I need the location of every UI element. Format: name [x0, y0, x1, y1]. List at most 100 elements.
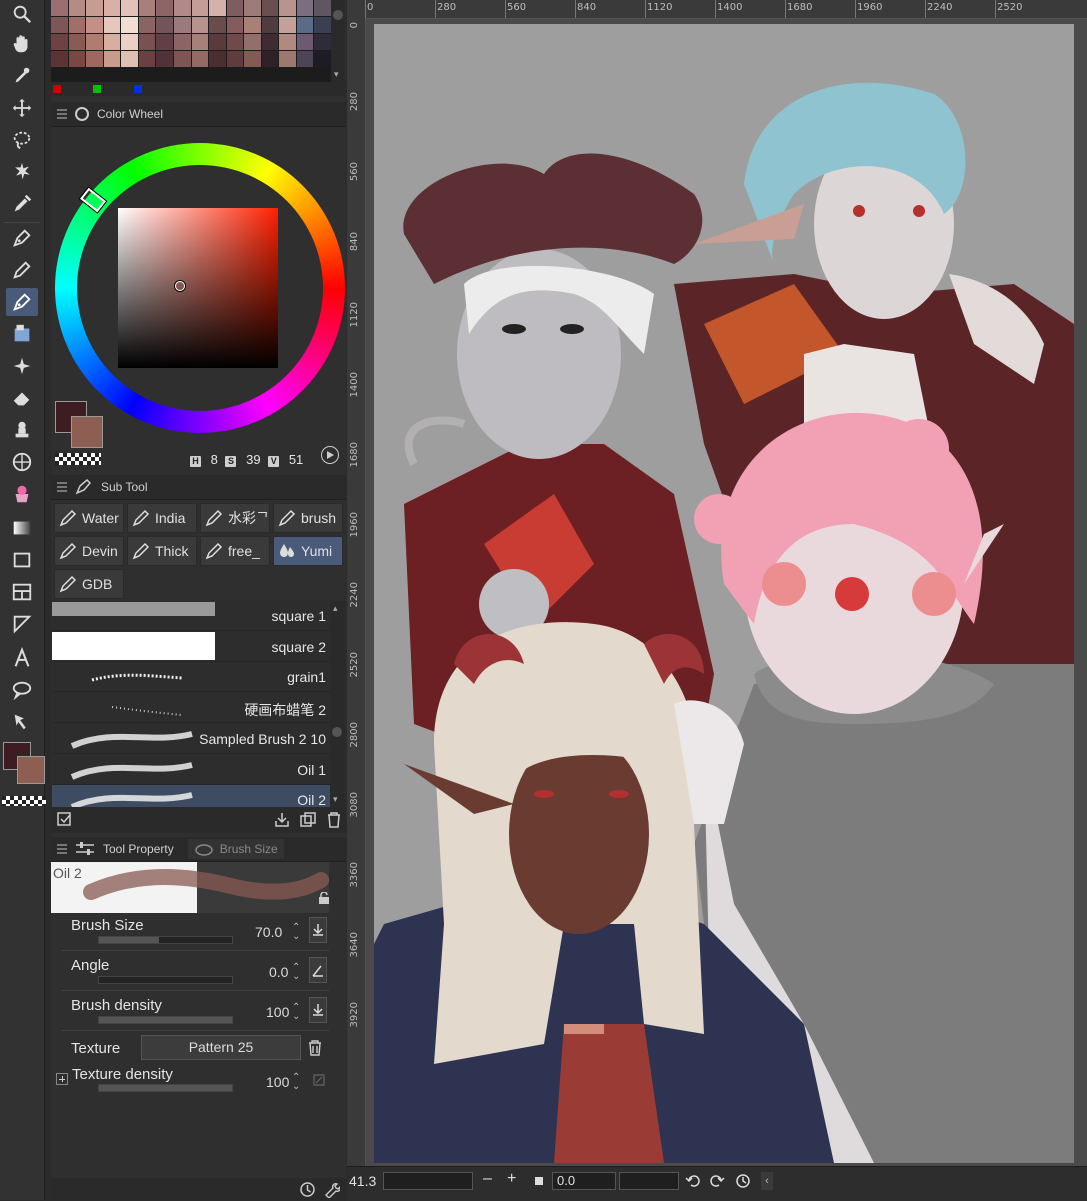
palette-swatch[interactable]	[209, 0, 226, 16]
palette-scrollbar[interactable]: ▾	[331, 0, 345, 82]
sv-picker-knob[interactable]	[175, 281, 185, 291]
brush-density-slider[interactable]	[98, 1016, 233, 1024]
correct-line-tool-icon[interactable]	[6, 708, 38, 736]
palette-swatch[interactable]	[51, 17, 68, 33]
palette-swatch[interactable]	[261, 34, 279, 50]
palette-swatch[interactable]	[244, 34, 261, 50]
brush-size-slider[interactable]	[98, 936, 233, 944]
palette-swatch[interactable]	[86, 51, 103, 67]
palette-swatch[interactable]	[156, 17, 173, 33]
palette-swatch[interactable]	[86, 17, 103, 33]
panel-grip-icon[interactable]	[57, 109, 67, 119]
palette-swatch[interactable]	[86, 34, 103, 50]
palette-swatch[interactable]	[121, 17, 138, 33]
palette-swatch[interactable]	[51, 51, 68, 67]
sub-tool-button[interactable]: Devin	[54, 536, 124, 566]
pencil-tool-icon[interactable]	[6, 256, 38, 284]
palette-swatch[interactable]	[191, 34, 209, 50]
palette-swatch[interactable]	[314, 34, 331, 50]
airbrush-tool-icon[interactable]	[6, 320, 38, 348]
palette-swatch[interactable]	[173, 34, 191, 50]
palette-red[interactable]	[53, 85, 61, 93]
tool-property-title[interactable]: Tool Property	[103, 842, 174, 856]
duplicate-icon[interactable]	[299, 811, 317, 829]
panel-grip-icon[interactable]	[57, 482, 67, 492]
rectangle-tool-icon[interactable]	[6, 546, 38, 574]
palette-swatch[interactable]	[296, 34, 314, 50]
zoom-slider[interactable]	[383, 1172, 473, 1190]
zoom-value[interactable]: 41.3	[349, 1173, 376, 1189]
brush-density-pressure-button[interactable]	[309, 997, 327, 1023]
palette-swatch[interactable]	[121, 51, 138, 67]
brush-size-spinner[interactable]: ⌃ ⌄	[292, 923, 300, 942]
angle-slider[interactable]	[98, 976, 233, 984]
palette-swatch[interactable]	[279, 0, 296, 16]
palette-swatch[interactable]	[296, 51, 314, 67]
palette-swatch[interactable]	[51, 0, 68, 16]
palette-swatch[interactable]	[244, 51, 261, 67]
palette-green[interactable]	[93, 85, 101, 93]
sub-tool-button[interactable]: brush	[273, 503, 343, 533]
angle-value[interactable]: 0.0	[269, 964, 288, 980]
panel-grip-icon[interactable]	[57, 844, 67, 854]
palette-swatch[interactable]	[261, 0, 279, 16]
palette-swatch[interactable]	[156, 0, 173, 16]
lasso-tool-icon[interactable]	[6, 126, 38, 154]
zoom-out-button[interactable]: –	[483, 1170, 492, 1188]
texture-select[interactable]: Pattern 25	[141, 1035, 301, 1060]
sub-tool-button[interactable]: free_	[200, 536, 270, 566]
brush-size-tab[interactable]: Brush Size	[187, 839, 284, 859]
palette-swatch[interactable]	[103, 17, 121, 33]
palette-swatch[interactable]	[279, 34, 296, 50]
palette-swatch[interactable]	[156, 51, 173, 67]
delete-icon[interactable]	[325, 811, 343, 829]
palette-swatch[interactable]	[296, 0, 314, 16]
angle-spinner[interactable]: ⌃ ⌄	[292, 963, 300, 982]
rotate-right-icon[interactable]	[709, 1173, 725, 1189]
eraser-tool-icon[interactable]	[6, 384, 38, 412]
fit-screen-icon[interactable]	[535, 1177, 543, 1185]
brush-density-spinner[interactable]: ⌃ ⌄	[292, 1003, 300, 1022]
decoration-tool-icon[interactable]	[6, 352, 38, 380]
texture-density-slider[interactable]	[98, 1084, 233, 1092]
brush-list-item[interactable]: 硬画布蜡笔 2	[52, 693, 330, 724]
palette-swatch[interactable]	[226, 34, 244, 50]
palette-swatch[interactable]	[103, 51, 121, 67]
wrench-icon[interactable]	[323, 1181, 340, 1198]
palette-swatch[interactable]	[121, 34, 138, 50]
palette-swatch[interactable]	[138, 34, 156, 50]
palette-swatch[interactable]	[138, 51, 156, 67]
palette-swatch[interactable]	[191, 0, 209, 16]
text-tool-icon[interactable]	[6, 644, 38, 672]
palette-swatch[interactable]	[191, 17, 209, 33]
palette-swatch[interactable]	[51, 34, 68, 50]
gradient-tool-icon[interactable]	[6, 514, 38, 542]
unlock-icon[interactable]	[318, 892, 330, 904]
rotation-field[interactable]: 0.0	[552, 1172, 616, 1190]
palette-swatch[interactable]	[226, 51, 244, 67]
import-icon[interactable]	[273, 811, 291, 829]
palette-swatch[interactable]	[314, 17, 331, 33]
palette-swatch[interactable]	[173, 17, 191, 33]
brush-size-pressure-button[interactable]	[309, 917, 327, 943]
brush-list-item[interactable]: square 1	[52, 601, 330, 631]
collapse-arrow-icon[interactable]: ‹	[761, 1172, 773, 1190]
palette-swatch[interactable]	[261, 51, 279, 67]
palette-swatch[interactable]	[209, 34, 226, 50]
reset-icon[interactable]	[299, 1181, 316, 1198]
palette-swatch[interactable]	[209, 17, 226, 33]
palette-swatch[interactable]	[191, 51, 209, 67]
sub-tool-button[interactable]: Water	[54, 503, 124, 533]
saturation-value-square[interactable]	[118, 208, 278, 368]
magic-wand-icon[interactable]	[6, 158, 38, 186]
palette-swatch[interactable]	[173, 0, 191, 16]
palette-swatch[interactable]	[156, 34, 173, 50]
palette-swatch[interactable]	[226, 17, 244, 33]
palette-swatch[interactable]	[138, 0, 156, 16]
transparent-color-swatch[interactable]	[2, 796, 46, 806]
sub-tool-button[interactable]: Thick	[127, 536, 197, 566]
sub-tool-button[interactable]: Yumi	[273, 536, 343, 566]
brush-list-item[interactable]: Sampled Brush 2 10	[52, 724, 330, 754]
texture-density-value[interactable]: 100	[266, 1074, 289, 1090]
color-wheel-transparent-swatch[interactable]	[55, 453, 101, 465]
